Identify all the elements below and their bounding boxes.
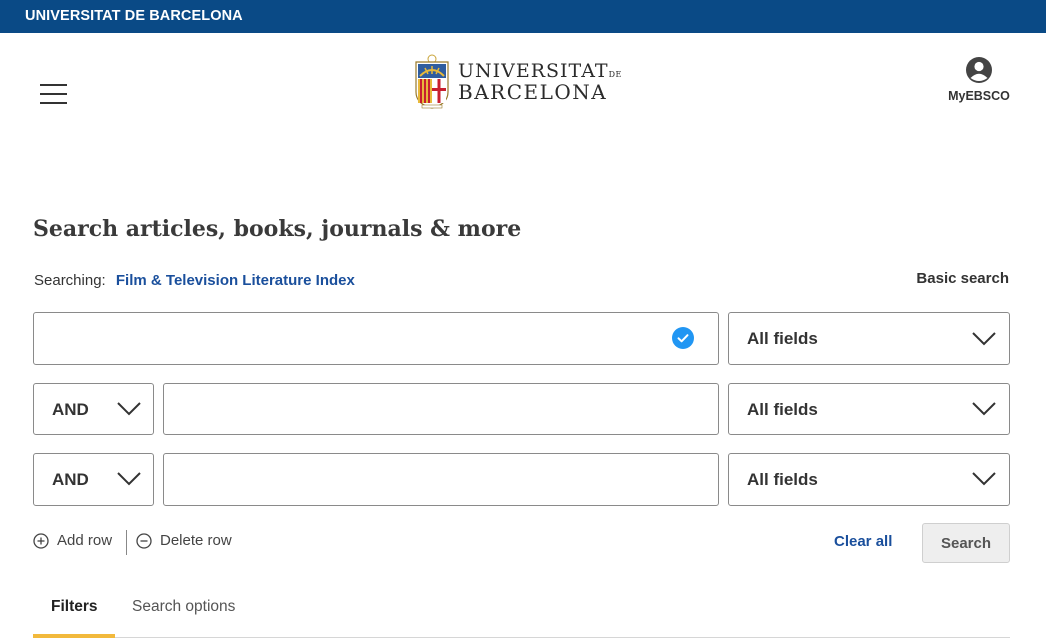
plus-circle-icon: [33, 532, 49, 549]
basic-search-link[interactable]: Basic search: [916, 270, 1009, 287]
field-select-value: All fields: [747, 329, 818, 348]
hamburger-line: [40, 84, 67, 86]
search-tabs: Filters Search options: [33, 590, 1010, 638]
field-select-value: All fields: [747, 400, 818, 419]
university-logo[interactable]: UNIVERSITATDE BARCELONA: [413, 54, 621, 110]
logo-word-universitat: UNIVERSITAT: [458, 60, 609, 82]
delete-row-label: Delete row: [160, 532, 232, 549]
operator-select-value: AND: [52, 470, 89, 489]
delete-row-button[interactable]: Delete row: [136, 532, 232, 549]
field-select-row-1[interactable]: All fields: [728, 312, 1010, 365]
myebsco-account-button[interactable]: MyEBSCO: [940, 56, 1018, 108]
field-select-row-3[interactable]: All fields: [728, 453, 1010, 506]
active-tab-indicator: [33, 634, 115, 638]
searching-database-line: Searching: Film & Television Literature …: [34, 272, 355, 289]
row-actions-divider: [126, 530, 127, 555]
logo-text-line1: UNIVERSITATDE: [458, 60, 622, 82]
search-button[interactable]: Search: [922, 523, 1010, 563]
operator-select-row-2[interactable]: AND: [33, 383, 154, 435]
hamburger-menu-icon[interactable]: [40, 84, 67, 106]
hamburger-line: [40, 93, 67, 95]
top-banner: UNIVERSITAT DE BARCELONA: [0, 0, 1046, 33]
database-link[interactable]: Film & Television Literature Index: [116, 272, 355, 289]
search-input-row-3[interactable]: [163, 453, 719, 506]
chevron-down-icon: [972, 402, 996, 416]
search-input-row-2[interactable]: [163, 383, 719, 435]
hamburger-line: [40, 102, 67, 104]
searching-label: Searching:: [34, 272, 106, 289]
search-term-input-3[interactable]: [164, 454, 718, 505]
banner-title[interactable]: UNIVERSITAT DE BARCELONA: [25, 8, 243, 24]
tab-search-options[interactable]: Search options: [132, 598, 235, 616]
chevron-down-icon: [117, 402, 141, 416]
add-row-label: Add row: [57, 532, 113, 549]
myebsco-label: MyEBSCO: [948, 89, 1010, 103]
logo-text-line2: BARCELONA: [458, 80, 608, 104]
tab-filters[interactable]: Filters: [51, 598, 98, 616]
clear-all-button[interactable]: Clear all: [834, 533, 892, 550]
field-select-value: All fields: [747, 470, 818, 489]
search-term-input-1[interactable]: [34, 313, 718, 364]
chevron-down-icon: [117, 472, 141, 486]
operator-select-row-3[interactable]: AND: [33, 453, 154, 506]
user-circle-icon: [966, 57, 992, 83]
search-input-row-1[interactable]: [33, 312, 719, 365]
operator-select-value: AND: [52, 400, 89, 419]
logo-word-de: DE: [608, 70, 622, 79]
add-row-button[interactable]: Add row: [33, 532, 112, 549]
page-title: Search articles, books, journals & more: [33, 216, 522, 242]
minus-circle-icon: [136, 532, 152, 549]
field-select-row-2[interactable]: All fields: [728, 383, 1010, 435]
chevron-down-icon: [972, 332, 996, 346]
chevron-down-icon: [972, 472, 996, 486]
check-circle-icon[interactable]: [672, 327, 694, 349]
university-shield-icon: [415, 54, 449, 109]
search-term-input-2[interactable]: [164, 384, 718, 434]
